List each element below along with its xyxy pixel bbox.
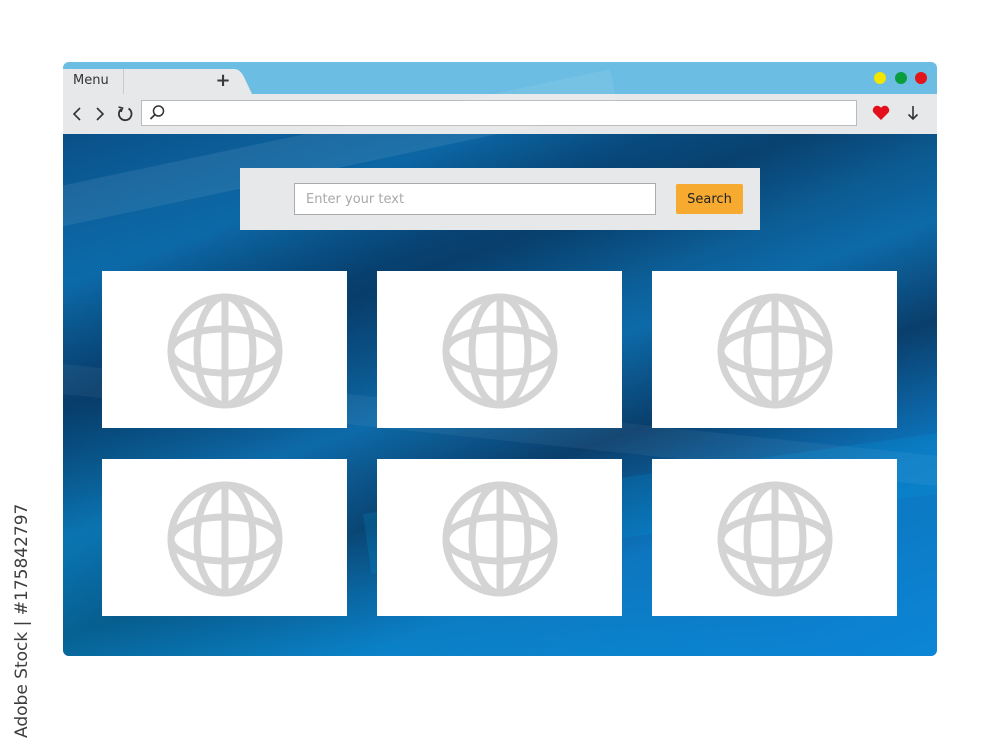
search-button[interactable]: Search xyxy=(676,184,743,214)
forward-button[interactable] xyxy=(90,104,110,124)
title-bar: Menu + xyxy=(63,62,937,94)
stock-watermark: Adobe Stock | #175842797 xyxy=(12,503,32,738)
favorite-button[interactable] xyxy=(871,103,891,123)
tile-2[interactable] xyxy=(377,271,622,428)
tile-5[interactable] xyxy=(377,459,622,616)
search-panel: Search xyxy=(240,168,760,230)
chevron-left-icon xyxy=(72,107,81,121)
tile-4[interactable] xyxy=(102,459,347,616)
tile-1[interactable] xyxy=(102,271,347,428)
globe-icon xyxy=(167,481,283,597)
new-tab-shape xyxy=(124,69,252,94)
globe-icon xyxy=(717,481,833,597)
minimize-button[interactable] xyxy=(874,72,886,84)
new-tab-button[interactable]: + xyxy=(213,71,233,91)
tile-3[interactable] xyxy=(652,271,897,428)
reload-icon xyxy=(118,106,133,122)
search-input[interactable] xyxy=(294,183,656,215)
tile-6[interactable] xyxy=(652,459,897,616)
heart-icon xyxy=(872,105,890,120)
download-button[interactable] xyxy=(903,103,923,123)
maximize-button[interactable] xyxy=(895,72,907,84)
reload-button[interactable] xyxy=(115,104,135,124)
globe-icon xyxy=(717,293,833,409)
page-content: Search xyxy=(63,69,937,656)
browser-window: Menu + Enter your text Search xyxy=(63,62,937,656)
chevron-right-icon xyxy=(96,107,105,121)
globe-icon xyxy=(442,481,558,597)
download-arrow-icon xyxy=(907,106,919,121)
globe-icon xyxy=(167,293,283,409)
close-button[interactable] xyxy=(915,72,927,84)
menu-tab[interactable]: Menu xyxy=(63,69,124,94)
back-button[interactable] xyxy=(67,104,87,124)
globe-icon xyxy=(442,293,558,409)
search-icon xyxy=(149,105,165,120)
